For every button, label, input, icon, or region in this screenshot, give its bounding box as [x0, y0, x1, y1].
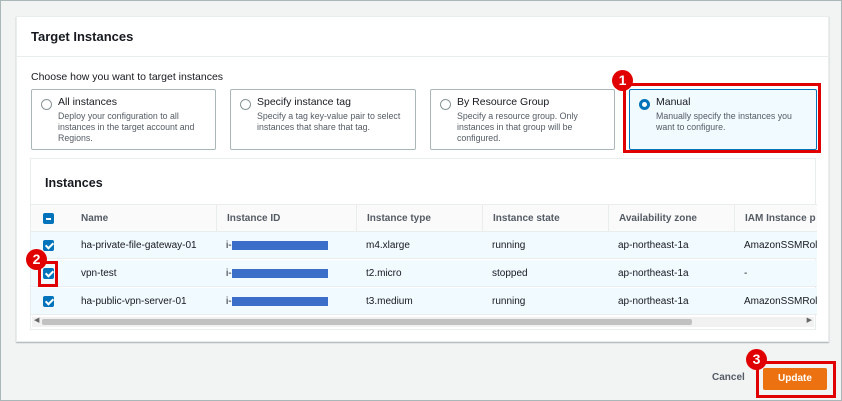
instance-id: i- — [216, 232, 356, 259]
availability-zone: ap-northeast-1a — [618, 240, 689, 251]
radio-icon[interactable] — [440, 99, 451, 110]
instance-name: ha-public-vpn-server-01 — [81, 296, 187, 307]
table-row[interactable]: ha-private-file-gateway-01 i- m4.xlarge … — [31, 232, 817, 259]
column-header-name[interactable]: Name — [71, 205, 216, 233]
radio-icon[interactable] — [240, 99, 251, 110]
horizontal-scrollbar[interactable]: ◀ ▶ — [32, 317, 814, 327]
table-row[interactable]: vpn-test i- t2.micro stopped ap-northeas… — [31, 260, 817, 287]
select-all-checkbox[interactable] — [43, 213, 54, 224]
instance-type: t3.medium — [366, 296, 413, 307]
iam-instance-profile: AmazonSSMRol — [744, 240, 817, 251]
column-header-availability-zone[interactable]: Availability zone — [608, 205, 734, 233]
instance-state: running — [492, 240, 526, 251]
cancel-button[interactable]: Cancel — [712, 372, 745, 383]
option-specify-instance-tag[interactable]: Specify instance tag Specify a tag key-v… — [230, 89, 416, 150]
column-header-instance-id[interactable]: Instance ID — [216, 205, 356, 233]
iam-instance-profile: - — [744, 268, 748, 279]
instance-id: i- — [216, 288, 356, 315]
highlight-box-manual — [623, 83, 821, 153]
option-title: Specify instance tag — [257, 96, 351, 108]
column-header-instance-type[interactable]: Instance type — [356, 205, 482, 233]
radio-icon[interactable] — [41, 99, 52, 110]
step-badge-1: 1 — [612, 70, 633, 91]
scrollbar-thumb[interactable] — [42, 319, 692, 325]
step-badge-3: 3 — [746, 349, 767, 370]
option-by-resource-group[interactable]: By Resource Group Specify a resource gro… — [430, 89, 615, 150]
instance-type: m4.xlarge — [366, 240, 410, 251]
instance-name: ha-private-file-gateway-01 — [81, 240, 197, 251]
highlight-box-update — [756, 361, 836, 398]
row-checkbox[interactable] — [43, 240, 54, 251]
instances-title: Instances — [45, 176, 103, 190]
availability-zone: ap-northeast-1a — [618, 296, 689, 307]
instance-type: t2.micro — [366, 268, 402, 279]
scroll-right-icon[interactable]: ▶ — [807, 316, 812, 324]
column-header-instance-state[interactable]: Instance state — [482, 205, 608, 233]
row-checkbox[interactable] — [43, 296, 54, 307]
scroll-left-icon[interactable]: ◀ — [34, 316, 39, 324]
option-description: Specify a tag key-value pair to select i… — [257, 111, 401, 132]
table-header: Name Instance ID Instance type Instance … — [31, 204, 817, 233]
redaction-bar — [231, 240, 328, 250]
choose-target-label: Choose how you want to target instances — [31, 71, 224, 83]
iam-instance-profile: AmazonSSMRol — [744, 296, 817, 307]
table-row[interactable]: ha-public-vpn-server-01 i- t3.medium run… — [31, 288, 817, 315]
instance-id: i- — [216, 260, 356, 287]
availability-zone: ap-northeast-1a — [618, 268, 689, 279]
target-instances-panel: Target Instances Choose how you want to … — [16, 16, 829, 342]
redaction-bar — [231, 296, 328, 306]
instances-table-container: Instances Name Instance ID Instance type… — [30, 158, 817, 330]
option-title: All instances — [58, 96, 117, 108]
instance-name: vpn-test — [81, 268, 117, 279]
option-all-instances[interactable]: All instances Deploy your configuration … — [31, 89, 216, 150]
option-description: Deploy your configuration to all instanc… — [58, 111, 195, 143]
redaction-bar — [231, 268, 328, 278]
panel-header: Target Instances — [17, 17, 828, 57]
column-header-iam-instance-profile[interactable]: IAM Instance p — [734, 205, 817, 233]
instance-state: stopped — [492, 268, 528, 279]
option-description: Specify a resource group. Only instances… — [457, 111, 578, 143]
option-title: By Resource Group — [457, 96, 550, 108]
step-badge-2: 2 — [26, 249, 47, 270]
panel-title: Target Instances — [31, 29, 134, 44]
instance-state: running — [492, 296, 526, 307]
